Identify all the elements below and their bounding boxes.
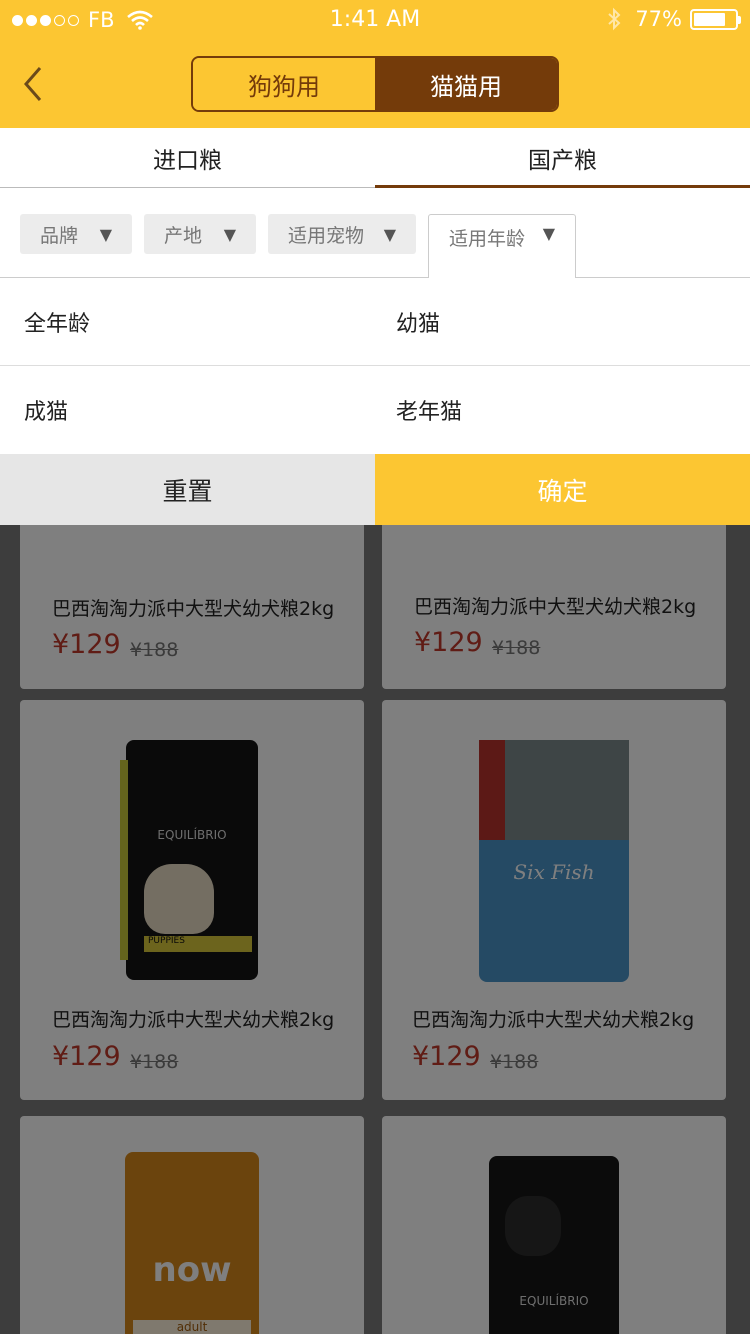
option-kitten[interactable]: 幼猫	[396, 278, 440, 366]
filter-chips: 品牌 ▼ 产地 ▼ 适用宠物 ▼ 适用年龄 ▼	[0, 188, 750, 278]
dropdown-arrow-icon: ▼	[542, 224, 555, 243]
filter-label: 品牌	[40, 224, 79, 247]
filter-pet-type[interactable]: 适用宠物 ▼	[268, 214, 416, 254]
tab-domestic[interactable]: 国产粮	[375, 128, 750, 188]
filter-label: 适用宠物	[288, 224, 365, 247]
bluetooth-icon	[608, 7, 621, 31]
reset-button[interactable]: 重置	[0, 454, 375, 525]
filter-age[interactable]: 适用年龄 ▼	[428, 214, 576, 278]
pet-type-segmented-control: 狗狗用 猫猫用	[191, 56, 559, 112]
segment-dog[interactable]: 狗狗用	[193, 58, 375, 110]
option-senior-cat[interactable]: 老年猫	[396, 366, 462, 454]
confirm-button[interactable]: 确定	[375, 454, 750, 525]
filter-label: 适用年龄	[449, 228, 526, 250]
segment-cat[interactable]: 猫猫用	[375, 58, 557, 110]
option-all-ages[interactable]: 全年龄	[24, 278, 90, 366]
option-adult-cat[interactable]: 成猫	[24, 366, 68, 454]
product-grid: 巴西淘淘力派中大型犬幼犬粮2kg ¥129 ¥188 巴西淘淘力派中大型犬幼犬粮…	[0, 454, 750, 1334]
tab-imported[interactable]: 进口粮	[0, 128, 375, 187]
filter-label: 产地	[164, 224, 203, 247]
status-bar: FB 1:41 AM 77%	[0, 0, 750, 40]
age-options: 全年龄 幼猫 成猫 老年猫	[0, 278, 750, 454]
dropdown-arrow-icon: ▼	[223, 224, 236, 244]
filter-actions: 重置 确定	[0, 454, 750, 525]
dropdown-arrow-icon: ▼	[383, 224, 396, 244]
food-origin-tabs: 进口粮 国产粮	[0, 128, 750, 188]
back-chevron-icon[interactable]	[18, 64, 48, 104]
battery-percent: 77%	[635, 7, 682, 31]
filter-origin[interactable]: 产地 ▼	[144, 214, 256, 254]
filter-brand[interactable]: 品牌 ▼	[20, 214, 132, 254]
filter-panel: 进口粮 国产粮 品牌 ▼ 产地 ▼ 适用宠物 ▼ 适用年龄 ▼ 全年龄 幼猫 成…	[0, 128, 750, 525]
dropdown-arrow-icon: ▼	[99, 224, 112, 244]
top-header: FB 1:41 AM 77% 狗狗用 猫猫用	[0, 0, 750, 128]
battery-icon	[690, 8, 741, 30]
dim-overlay[interactable]	[0, 454, 750, 1334]
